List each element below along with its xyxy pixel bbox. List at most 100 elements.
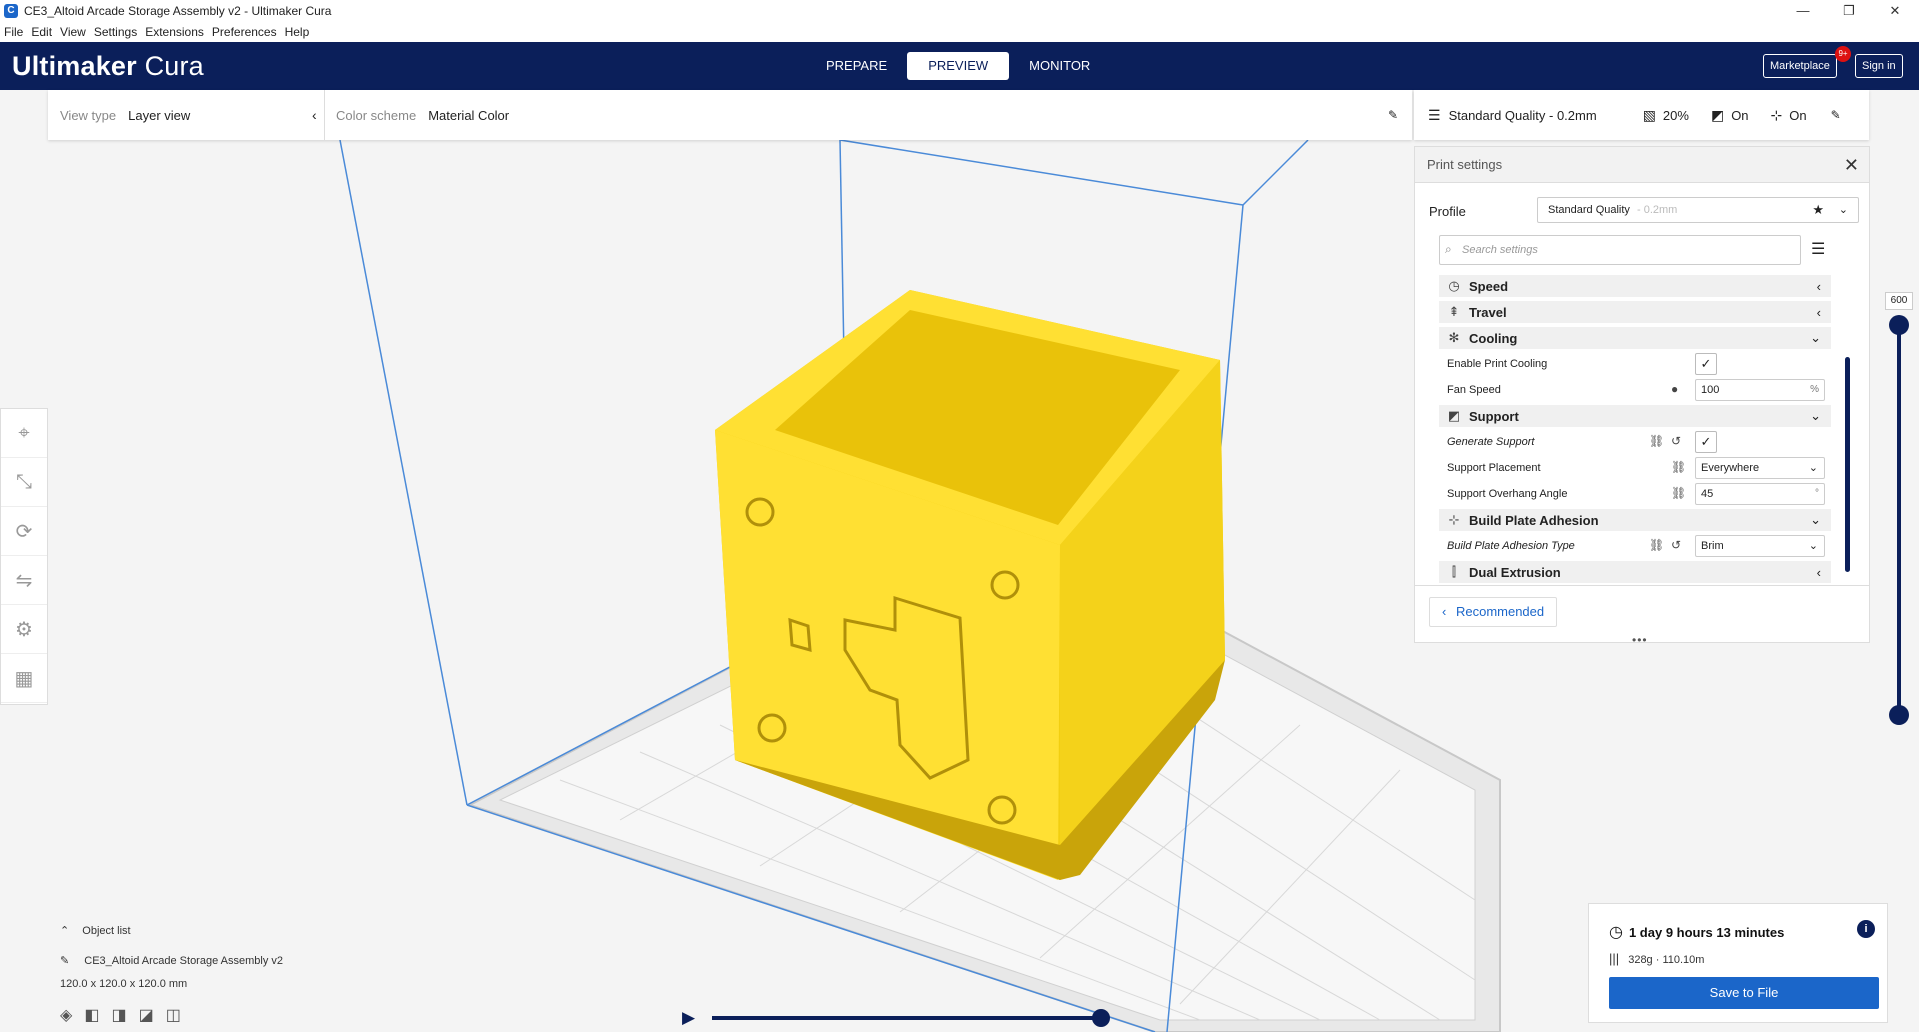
setting-label: Enable Print Cooling <box>1447 358 1548 370</box>
link-icon[interactable]: ⛓ <box>1671 486 1686 500</box>
fan-speed-field[interactable]: 100 % <box>1695 379 1825 401</box>
resize-handle-icon[interactable]: ••• <box>1632 633 1648 647</box>
tab-prepare[interactable]: PREPARE <box>806 52 907 80</box>
material-value: 328g · 110.10m <box>1628 954 1705 966</box>
adhesion-icon: ⊹ <box>1448 512 1460 527</box>
path-slider-track[interactable] <box>712 1016 1102 1020</box>
scale-tool-icon[interactable]: ⤡ <box>1 458 47 507</box>
marketplace-badge: 9+ <box>1835 46 1851 62</box>
print-estimate-panel: ◷ 1 day 9 hours 13 minutes i ||| 328g · … <box>1588 903 1888 1023</box>
enable-cooling-checkbox[interactable]: ✓ <box>1695 353 1717 375</box>
category-support[interactable]: ◩ Support ⌄ <box>1439 405 1831 427</box>
chevron-down-icon: ⌄ <box>1810 512 1821 527</box>
mirror-tool-icon[interactable]: ⇋ <box>1 556 47 605</box>
view-type-selector[interactable]: View type Layer view ‹ <box>60 90 317 140</box>
3d-view-icon[interactable]: ◈ <box>60 1005 72 1025</box>
print-setup-summary[interactable]: ☰ Standard Quality - 0.2mm ▧ 20% ◩ On ⊹ … <box>1414 90 1869 140</box>
setting-enable-print-cooling: Enable Print Cooling ✓ <box>1439 353 1831 375</box>
profile-label: Profile <box>1429 203 1466 219</box>
menu-preferences[interactable]: Preferences <box>208 25 281 39</box>
print-settings-title: Print settings <box>1427 157 1503 172</box>
tab-monitor[interactable]: MONITOR <box>1009 52 1110 80</box>
settings-scrollbar[interactable] <box>1845 357 1850 572</box>
recommended-button[interactable]: ‹ Recommended <box>1429 597 1558 627</box>
chevron-left-icon: ‹ <box>1442 604 1447 619</box>
link-icon[interactable]: ⛓ <box>1649 434 1664 448</box>
reset-icon[interactable]: ↺ <box>1671 434 1681 448</box>
path-slider-handle[interactable] <box>1092 1009 1110 1027</box>
object-name-row[interactable]: ✎ CE3_Altoid Arcade Storage Assembly v2 <box>60 954 283 967</box>
save-to-file-button[interactable]: Save to File <box>1609 977 1879 1009</box>
menu-view[interactable]: View <box>56 25 90 39</box>
top-view-icon[interactable]: ◨ <box>111 1005 126 1025</box>
right-view-icon[interactable]: ◫ <box>166 1005 181 1025</box>
color-scheme-selector[interactable]: Color scheme Material Color <box>336 90 509 140</box>
info-icon[interactable]: ● <box>1671 382 1678 396</box>
sign-in-button[interactable]: Sign in <box>1855 54 1903 78</box>
profile-dropdown[interactable]: Standard Quality - 0.2mm ★ ⌄ <box>1537 197 1859 223</box>
support-blocker-icon[interactable]: ▦ <box>1 654 47 703</box>
infill-value: 20% <box>1662 107 1689 123</box>
menu-edit[interactable]: Edit <box>27 25 56 39</box>
maximize-button[interactable]: ❐ <box>1826 0 1872 22</box>
minimize-button[interactable]: — <box>1780 0 1826 22</box>
category-label: Build Plate Adhesion <box>1469 512 1599 528</box>
print-time-value: 1 day 9 hours 13 minutes <box>1628 924 1785 940</box>
chevron-down-icon: ⌄ <box>1810 408 1821 423</box>
support-placement-dropdown[interactable]: Everywhere ⌄ <box>1695 457 1825 479</box>
pencil-icon[interactable]: ✎ <box>1831 108 1841 122</box>
adhesion-type-dropdown[interactable]: Brim ⌄ <box>1695 535 1825 557</box>
close-window-button[interactable]: ✕ <box>1872 0 1918 22</box>
overhang-angle-unit: ° <box>1815 488 1819 499</box>
search-icon: ⌕ <box>1445 242 1452 256</box>
marketplace-button[interactable]: Marketplace <box>1763 54 1837 78</box>
chevron-down-icon: ⌄ <box>1808 540 1818 552</box>
layer-slider-bottom-handle[interactable] <box>1889 705 1909 725</box>
rotate-tool-icon[interactable]: ⟳ <box>1 507 47 556</box>
link-icon[interactable]: ⛓ <box>1649 538 1664 552</box>
menu-help[interactable]: Help <box>281 25 314 39</box>
generate-support-checkbox[interactable]: ✓ <box>1695 431 1717 453</box>
layer-number-field[interactable]: 600 <box>1885 292 1913 310</box>
front-view-icon[interactable]: ◧ <box>84 1005 99 1025</box>
menu-file[interactable]: File <box>0 25 27 39</box>
category-speed[interactable]: ◷ Speed ‹ <box>1439 275 1831 297</box>
left-view-icon[interactable]: ◪ <box>139 1005 154 1025</box>
category-build-plate-adhesion[interactable]: ⊹ Build Plate Adhesion ⌄ <box>1439 509 1831 531</box>
setting-label: Build Plate Adhesion Type <box>1447 540 1575 552</box>
chevron-left-icon[interactable]: ‹ <box>312 107 317 123</box>
per-model-settings-icon[interactable]: ⚙ <box>1 605 47 654</box>
color-scheme-label: Color scheme <box>336 107 417 123</box>
dual-extrusion-icon: ⫿ <box>1451 564 1457 579</box>
view-type-value: Layer view <box>128 107 191 123</box>
layer-slider-top-handle[interactable] <box>1889 315 1909 335</box>
material-estimate: ||| 328g · 110.10m <box>1609 951 1704 966</box>
category-cooling[interactable]: ✻ Cooling ⌄ <box>1439 327 1831 349</box>
setting-label: Fan Speed <box>1447 384 1501 396</box>
pencil-icon[interactable]: ✎ <box>1388 90 1398 140</box>
reset-icon[interactable]: ↺ <box>1671 538 1681 552</box>
move-tool-icon[interactable]: ⌖ <box>1 409 47 458</box>
menu-settings[interactable]: Settings <box>90 25 141 39</box>
star-icon[interactable]: ★ <box>1812 198 1824 222</box>
info-icon[interactable]: i <box>1857 920 1875 938</box>
search-settings-input[interactable]: Search settings <box>1439 235 1801 265</box>
adhesion-type-value: Brim <box>1701 540 1724 552</box>
chevron-left-icon: ‹ <box>1816 564 1821 580</box>
object-list-toggle[interactable]: ⌃ Object list <box>60 924 131 937</box>
category-dual-extrusion[interactable]: ⫿ Dual Extrusion ‹ <box>1439 561 1831 583</box>
layer-slider-track[interactable] <box>1897 320 1901 715</box>
adhesion-value: On <box>1789 107 1807 123</box>
print-time: ◷ 1 day 9 hours 13 minutes <box>1609 922 1784 942</box>
link-icon[interactable]: ⛓ <box>1671 460 1686 474</box>
print-settings-header: Print settings ✕ <box>1415 147 1869 183</box>
close-icon[interactable]: ✕ <box>1844 155 1859 176</box>
category-travel[interactable]: ⇞ Travel ‹ <box>1439 301 1831 323</box>
infill-icon: ▧ <box>1642 106 1656 123</box>
settings-menu-icon[interactable]: ☰ <box>1811 239 1825 259</box>
play-icon[interactable]: ▶ <box>682 1008 695 1028</box>
menu-extensions[interactable]: Extensions <box>141 25 208 39</box>
fan-icon: ✻ <box>1448 330 1460 345</box>
tab-preview[interactable]: PREVIEW <box>907 52 1010 80</box>
overhang-angle-field[interactable]: 45 ° <box>1695 483 1825 505</box>
